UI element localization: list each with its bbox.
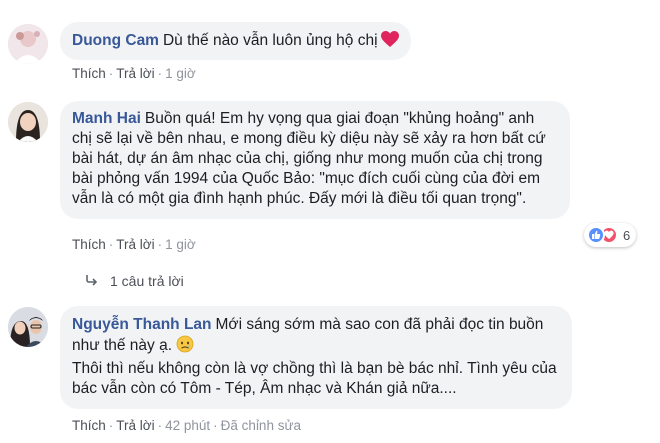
comment-actions: Thích · Trả lời · 1 giờ xyxy=(72,66,196,81)
comment-bubble: Nguyễn Thanh Lan Mới sáng sớm mà sao con … xyxy=(60,306,572,409)
comment-actions: Thích · Trả lời · 42 phút · Đã chỉnh sửa xyxy=(72,418,301,433)
avatar[interactable] xyxy=(8,102,48,142)
comment-author[interactable]: Manh Hai xyxy=(72,110,141,127)
comment-text-line1: Nguyễn Thanh Lan Mới sáng sớm mà sao con … xyxy=(72,315,560,359)
sad-face-emoji-icon xyxy=(176,335,194,359)
view-replies-link[interactable]: 1 câu trả lời xyxy=(86,273,184,289)
like-link[interactable]: Thích xyxy=(72,66,106,81)
comment-time[interactable]: 1 giờ xyxy=(165,66,196,81)
reaction-summary[interactable]: 6 xyxy=(584,223,637,247)
comment-text-line2: Thôi thì nếu không còn là vợ chồng thì l… xyxy=(72,360,557,397)
reply-link[interactable]: Trả lời xyxy=(116,418,154,433)
comment-text: Buồn quá! Em hy vọng qua giai đoạn "khủn… xyxy=(72,110,546,207)
comment-author[interactable]: Duong Cam xyxy=(72,32,159,49)
comment-actions: Thích · Trả lời · 1 giờ xyxy=(72,237,196,252)
heart-emoji-icon xyxy=(380,31,399,54)
reply-link[interactable]: Trả lời xyxy=(116,66,154,81)
reaction-count: 6 xyxy=(623,227,631,243)
edited-label[interactable]: Đã chỉnh sửa xyxy=(221,418,301,433)
reply-link[interactable]: Trả lời xyxy=(116,237,154,252)
comment-text: Dù thế nào vẫn luôn ủng hộ chị xyxy=(162,32,378,49)
comment-author[interactable]: Nguyễn Thanh Lan xyxy=(72,316,212,333)
comment-time[interactable]: 1 giờ xyxy=(165,237,196,252)
reply-arrow-icon xyxy=(86,273,98,289)
comment-time[interactable]: 42 phút xyxy=(165,418,210,433)
replies-count-label[interactable]: 1 câu trả lời xyxy=(110,273,184,289)
avatar[interactable] xyxy=(8,307,48,347)
like-reaction-icon xyxy=(587,226,605,244)
avatar[interactable] xyxy=(8,24,48,64)
comment-bubble: Manh Hai Buồn quá! Em hy vọng qua giai đo… xyxy=(60,101,570,219)
comment-bubble: Duong Cam Dù thế nào vẫn luôn ủng hộ chị xyxy=(60,22,411,60)
like-link[interactable]: Thích xyxy=(72,418,106,433)
like-link[interactable]: Thích xyxy=(72,237,106,252)
